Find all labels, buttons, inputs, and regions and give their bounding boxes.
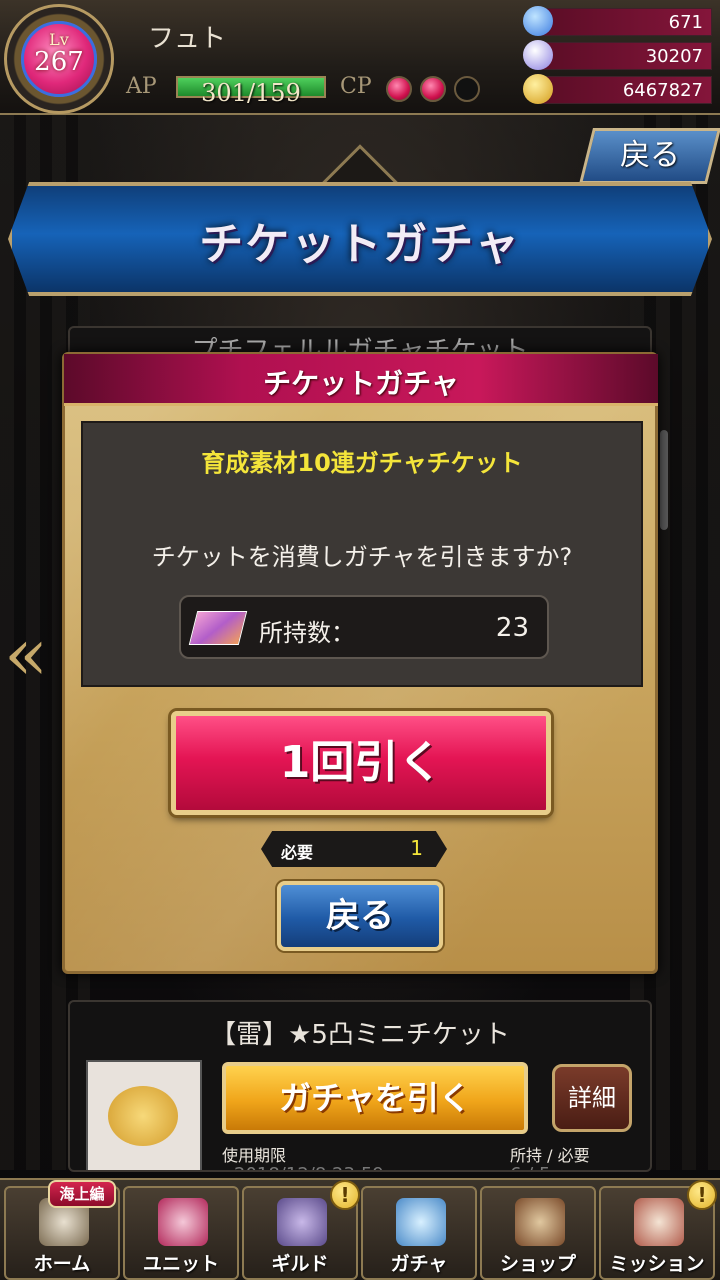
- ap-value: 301/159: [201, 79, 301, 107]
- owned-count-box: 所持数： 23: [179, 595, 549, 659]
- nav-gacha[interactable]: ガチャ: [361, 1186, 477, 1280]
- ap-label: AP: [126, 74, 157, 99]
- ticket-card-title: 【雷】★5凸ミニチケット: [210, 1020, 510, 1050]
- player-name: フュト: [148, 24, 227, 54]
- nav-guild-label: ギルド: [271, 1253, 329, 1275]
- mission-scroll-icon: [634, 1198, 684, 1246]
- gem-count: 671: [668, 12, 703, 33]
- alert-icon: !: [687, 1180, 717, 1210]
- dialog-back-label: 戻る: [326, 896, 394, 936]
- crystal-icon: [523, 40, 553, 70]
- currency-crystals[interactable]: 30207: [523, 40, 712, 70]
- gacha-crystal-icon: [396, 1198, 446, 1246]
- chevron-left-icon[interactable]: «: [4, 612, 48, 696]
- currency-gems[interactable]: 671: [523, 6, 712, 36]
- ticket-image: [86, 1060, 202, 1170]
- blue-gem-icon: [523, 6, 553, 36]
- back-button-label: 戻る: [620, 138, 680, 173]
- expiry-value: 2018/12/8 23:59: [234, 1164, 384, 1170]
- pull-once-button[interactable]: 1回引く: [171, 711, 551, 815]
- required-count-bar: 必要 1: [261, 831, 447, 867]
- required-value: 1: [410, 836, 423, 860]
- gold-count: 6467827: [622, 80, 703, 101]
- nav-shop-label: ショップ: [499, 1253, 576, 1275]
- own-need-label: 所持 / 必要: [510, 1146, 590, 1165]
- confirm-dialog: チケットガチャ 育成素材10連ガチャチケット チケットを消費しガチャを引きますか…: [62, 352, 658, 974]
- nav-unit[interactable]: ユニット: [123, 1186, 239, 1280]
- required-label: 必要: [281, 843, 314, 862]
- level-value: 267: [34, 47, 84, 77]
- nav-home-label: ホーム: [33, 1253, 91, 1275]
- guild-castle-icon: [277, 1198, 327, 1246]
- draw-gacha-label: ガチャを引く: [279, 1079, 471, 1117]
- shop-sign-icon: [515, 1198, 565, 1246]
- expiry-label: 使用期限: [222, 1146, 287, 1165]
- ticket-icon: [188, 611, 248, 645]
- draw-gacha-button[interactable]: ガチャを引く: [222, 1062, 528, 1134]
- detail-button[interactable]: 詳細: [552, 1064, 632, 1132]
- own-need-value: 6 / 5: [510, 1164, 550, 1170]
- cp-label: CP: [340, 74, 372, 99]
- owned-label: 所持数：: [259, 619, 355, 647]
- back-button[interactable]: 戻る: [579, 128, 720, 184]
- dialog-back-button[interactable]: 戻る: [277, 881, 443, 951]
- level-orb: Lv 267: [21, 21, 97, 97]
- unit-swords-icon: [158, 1198, 208, 1246]
- dialog-title: チケットガチャ: [263, 367, 459, 400]
- confirm-question: チケットを消費しガチャを引きますか?: [151, 543, 573, 571]
- nav-mission-label: ミッション: [609, 1253, 705, 1275]
- cp-point-icon: [386, 76, 412, 102]
- gold-coins-icon: [523, 74, 553, 104]
- page-title: チケットガチャ: [199, 219, 521, 270]
- owned-value: 23: [495, 613, 529, 643]
- nav-mission[interactable]: ミッション !: [599, 1180, 717, 1280]
- nav-gacha-label: ガチャ: [390, 1253, 448, 1275]
- alert-icon: !: [330, 1180, 360, 1210]
- level-badge[interactable]: Lv 267: [4, 4, 114, 114]
- ticket-card: 【雷】★5凸ミニチケット ガチャを引く 詳細 使用期限 所持 / 必要 2018…: [68, 1000, 652, 1172]
- ticket-name: 育成素材10連ガチャチケット: [201, 449, 523, 477]
- status-bar: Lv 267 フュト AP 301/159 CP 671 30207 64678…: [0, 0, 720, 115]
- nav-shop[interactable]: ショップ: [480, 1186, 596, 1280]
- dialog-header: チケットガチャ: [64, 354, 658, 406]
- sea-chapter-badge: 海上編: [48, 1180, 116, 1208]
- scrollbar[interactable]: [660, 430, 668, 530]
- crystal-count: 30207: [645, 46, 703, 67]
- nav-guild[interactable]: ギルド !: [242, 1180, 360, 1280]
- nav-unit-label: ユニット: [142, 1253, 219, 1275]
- currency-gold[interactable]: 6467827: [523, 74, 712, 104]
- pull-once-label: 1回引く: [279, 737, 443, 788]
- detail-label: 詳細: [568, 1084, 616, 1112]
- cp-point-empty-icon: [454, 76, 480, 102]
- ticket-info-box: 育成素材10連ガチャチケット チケットを消費しガチャを引きますか? 所持数： 2…: [81, 421, 643, 687]
- cp-point-icon: [420, 76, 446, 102]
